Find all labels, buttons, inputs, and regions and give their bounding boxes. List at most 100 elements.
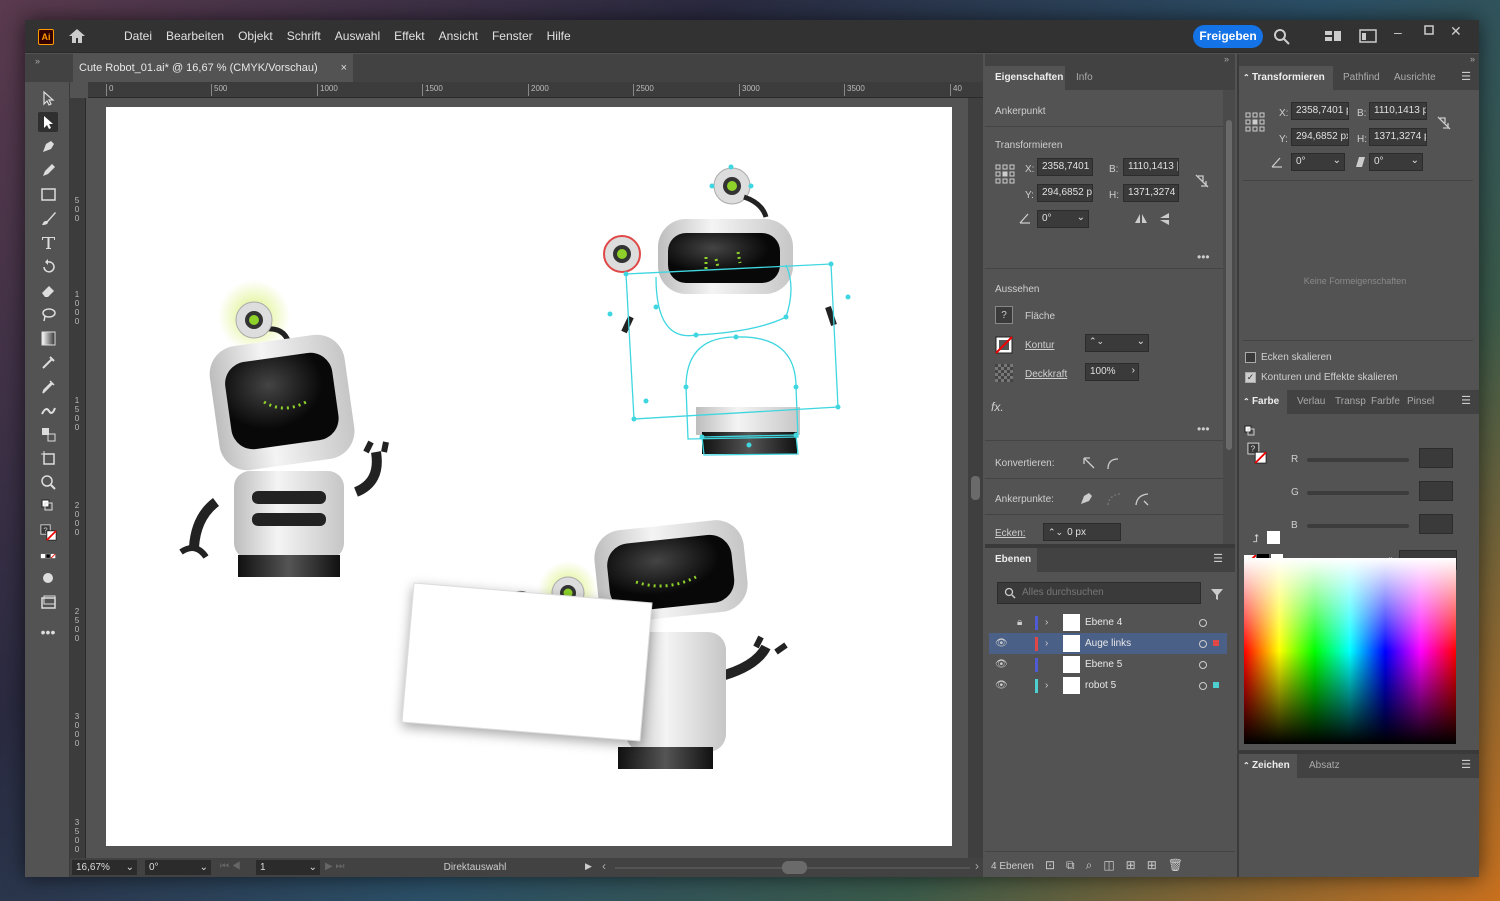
menu-schrift[interactable]: Schrift [280,29,328,43]
cut-path-icon[interactable] [1133,491,1151,507]
more-tools-icon[interactable]: ••• [38,622,58,642]
shear-input[interactable]: 0° ⌄ [1369,153,1423,171]
chevron-down-icon[interactable]: ⌄ [309,860,317,875]
panel-collapse-icon[interactable]: » [985,54,1235,66]
blend-tool-icon[interactable] [38,400,58,420]
opacity-label[interactable]: Deckkraft [1025,369,1067,380]
color-spectrum[interactable] [1244,558,1456,744]
g-slider[interactable] [1307,491,1409,495]
curvature-tool-icon[interactable] [38,160,58,180]
selection-indicator[interactable] [1213,682,1219,688]
collapse-icon[interactable]: » [35,56,40,66]
filter-icon[interactable] [1209,586,1225,602]
first-artboard-icon[interactable]: ⏮ ◀ [220,861,241,872]
properties-scrollbar[interactable] [1223,90,1235,544]
remove-anchor-icon[interactable] [1077,491,1095,507]
layer-row[interactable]: 👁︎ › robot 5 [989,675,1227,696]
eye-icon[interactable]: 👁︎ [995,654,1008,675]
convert-smooth-icon[interactable] [1105,455,1121,471]
layer-actions-icon[interactable]: ⊡⧉⌕◫⊞⊞🗑︎ [1045,858,1194,873]
screen-mode-icon[interactable] [38,592,58,612]
b-slider[interactable] [1307,524,1409,528]
chevron-right-icon[interactable]: › [1132,364,1135,379]
tab-zeichen[interactable]: ⌃ Zeichen [1243,760,1290,771]
swap-fill-stroke-icon[interactable] [1243,424,1257,438]
layer-name[interactable]: Ebene 5 [1085,654,1122,675]
chevron-right-icon[interactable]: › [1045,633,1048,654]
selection-tool-icon[interactable] [38,88,58,108]
tab-pinsel[interactable]: Pinsel [1407,396,1434,407]
layer-row[interactable]: 👁︎ Ebene 5 [989,654,1227,675]
maximize-icon[interactable] [1423,24,1441,40]
width-input[interactable]: 1110,1413 | [1123,158,1179,176]
workspace-icon[interactable] [1324,28,1342,44]
menu-hilfe[interactable]: Hilfe [540,29,578,43]
chevron-right-icon[interactable]: › [1045,675,1048,696]
target-icon[interactable] [1199,640,1207,648]
link-proportions-icon[interactable] [1435,114,1453,132]
y-input[interactable]: 294,6852 px [1291,128,1349,146]
opacity-input[interactable]: 100% › [1085,363,1139,381]
eyedropper-tool-icon[interactable] [38,376,58,396]
scale-corners-checkbox[interactable] [1245,352,1256,363]
rectangle-tool-icon[interactable] [38,184,58,204]
stroke-weight-input[interactable]: ⌃⌄ ⌄ [1085,334,1149,352]
scale-strokes-checkbox[interactable]: ✓ [1245,372,1256,383]
share-button[interactable]: Freigeben [1193,25,1263,48]
x-input[interactable]: 2358,7401 p [1291,102,1349,120]
panel-menu-icon[interactable]: ☰ [1213,552,1223,565]
connect-anchor-icon[interactable] [1105,491,1123,507]
selection-indicator[interactable] [1213,640,1219,646]
scroll-right-icon[interactable]: › [975,859,979,873]
link-proportions-icon[interactable] [1193,172,1211,190]
target-icon[interactable] [1199,661,1207,669]
height-input[interactable]: 1371,3274 p [1369,128,1427,146]
stepper-icon[interactable]: ⌃⌄ [1048,527,1063,537]
flip-horizontal-icon[interactable] [1133,212,1149,226]
tab-verlauf[interactable]: Verlau [1297,396,1325,407]
symbol-sprayer-icon[interactable] [38,424,58,444]
lasso-tool-icon[interactable] [38,304,58,324]
tab-info[interactable]: Info [1076,72,1093,83]
pen-tool-icon[interactable] [38,136,58,156]
direct-selection-tool-icon[interactable] [38,112,58,132]
chevron-down-icon[interactable]: ⌄ [1077,211,1085,226]
close-tab-icon[interactable]: × [341,54,347,82]
layer-row-selected[interactable]: 👁︎ › Auge links [989,633,1227,654]
layer-name[interactable]: Ebene 4 [1085,612,1122,633]
flip-vertical-icon[interactable] [1157,212,1173,226]
target-icon[interactable] [1199,682,1207,690]
fx-icon[interactable]: fx. [991,400,1004,414]
tab-transformieren[interactable]: ⌃ Transformieren [1243,72,1325,83]
stepper-icon[interactable]: ⌃⌄ [1089,335,1104,349]
panel-menu-icon[interactable]: ☰ [1461,394,1471,407]
minimize-icon[interactable]: – [1394,24,1412,40]
robot-1[interactable] [179,280,389,577]
chevron-down-icon[interactable]: ⌄ [1137,335,1145,350]
more-options-icon[interactable]: ••• [1197,250,1210,264]
swap-fill-stroke-icon[interactable] [38,496,58,516]
tab-eigenschaften[interactable]: Eigenschaften [995,72,1063,83]
y-input[interactable]: 294,6852 p [1037,184,1093,202]
search-icon[interactable] [1273,28,1291,45]
tab-absatz[interactable]: Absatz [1309,760,1340,771]
lock-icon[interactable]: 🔒︎ [1017,612,1022,633]
reference-point-icon[interactable] [995,164,1015,184]
menu-ansicht[interactable]: Ansicht [432,29,485,43]
tab-pathfinder[interactable]: Pathfind [1343,72,1380,83]
gradient-tool-icon[interactable] [38,328,58,348]
arrange-docs-icon[interactable] [1359,28,1377,44]
panel-menu-icon[interactable]: ☰ [1461,758,1471,771]
zoom-tool-icon[interactable] [38,472,58,492]
layer-name[interactable]: robot 5 [1085,675,1116,696]
out-of-gamut-icon[interactable]: ⮥ [1249,532,1263,546]
mesh-tool-icon[interactable] [38,352,58,372]
tab-farbfelder[interactable]: Farbfe [1371,396,1400,407]
chevron-down-icon[interactable]: ⌄ [126,860,134,875]
stroke-swatch-icon[interactable] [995,336,1013,354]
robot-3[interactable] [401,517,788,769]
chevron-down-icon[interactable]: ⌄ [1411,154,1419,169]
reference-point-icon[interactable] [1245,112,1265,132]
canvas-area[interactable] [88,98,968,858]
scrollbar-thumb[interactable] [971,476,980,500]
